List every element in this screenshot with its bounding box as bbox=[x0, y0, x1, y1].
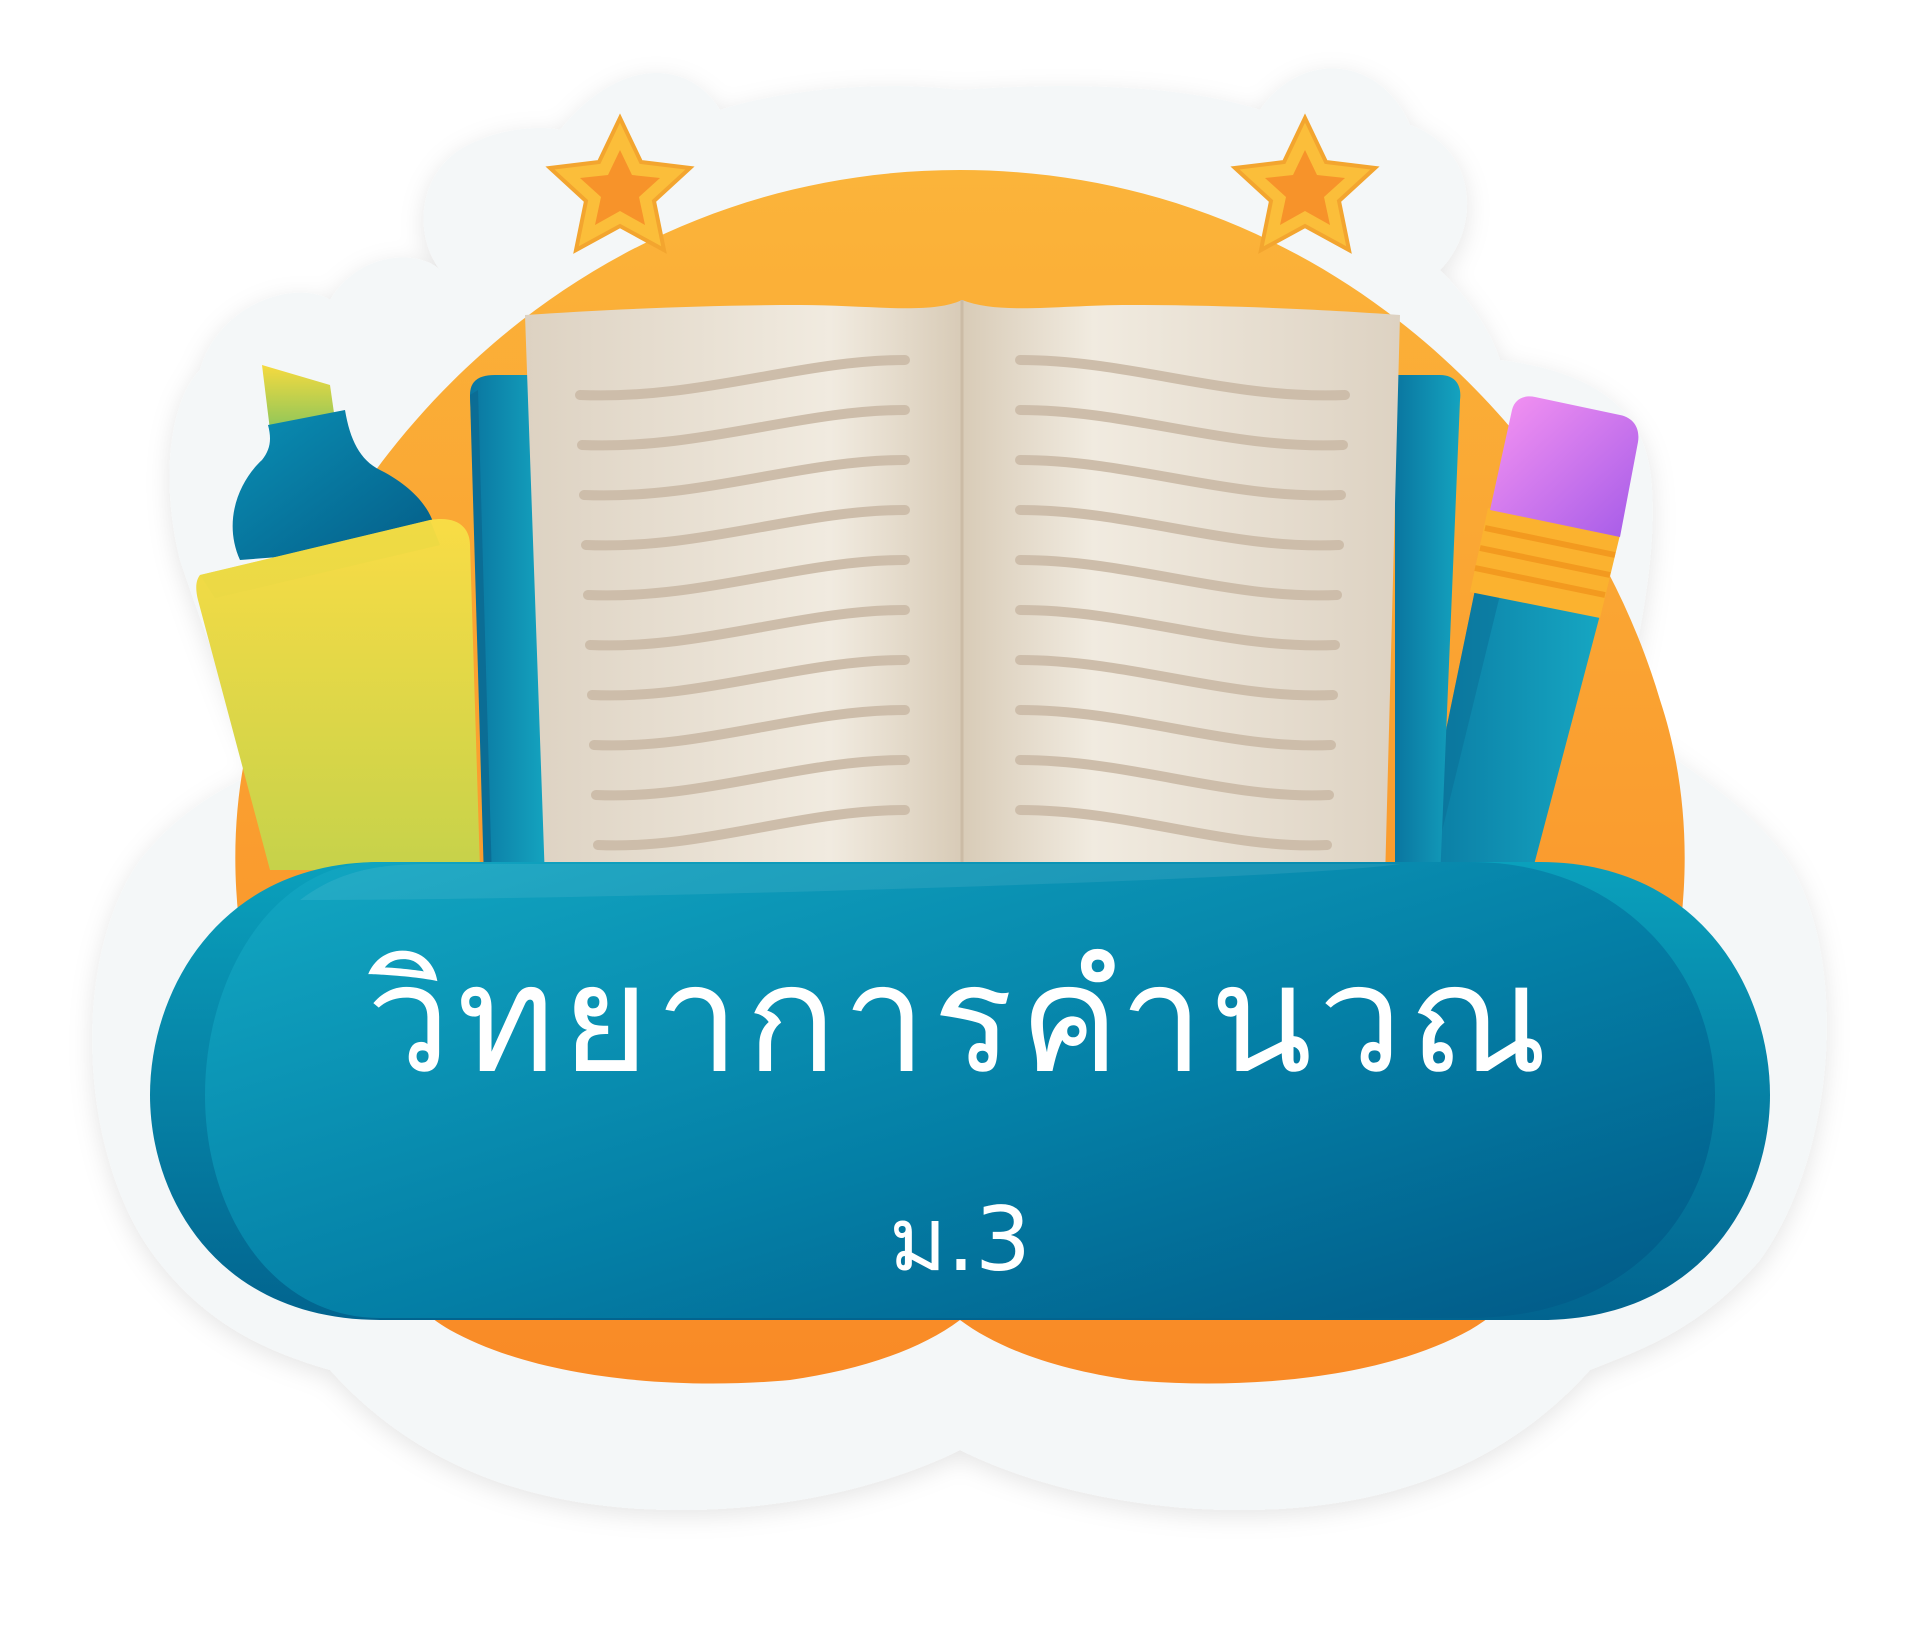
open-book-icon bbox=[470, 300, 1461, 880]
badge-subtitle: ม.3 bbox=[889, 1188, 1031, 1291]
badge-sticker: วิทยาการคำนวณ ม.3 bbox=[0, 0, 1921, 1629]
badge-artwork bbox=[92, 68, 1827, 1510]
badge-title: วิทยาการคำนวณ bbox=[366, 933, 1554, 1107]
